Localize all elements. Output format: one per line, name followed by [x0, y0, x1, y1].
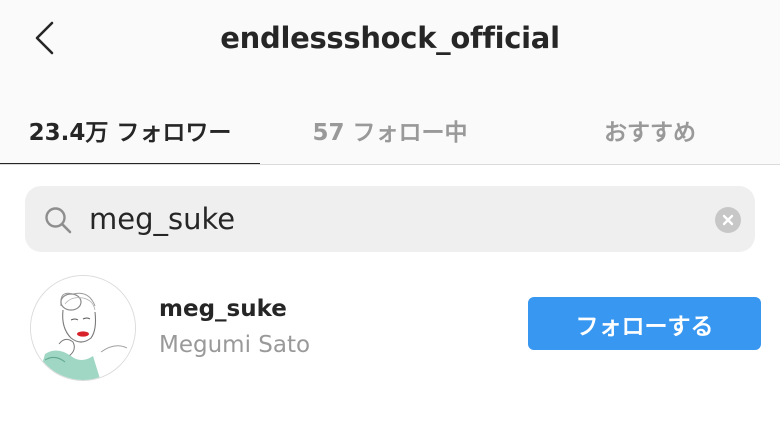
page-title: endlessshock_official	[220, 21, 560, 55]
search-input[interactable]	[89, 198, 689, 240]
clear-icon[interactable]	[715, 207, 741, 233]
search-icon	[45, 207, 72, 234]
avatar[interactable]	[30, 275, 136, 381]
result-full-name: Megumi Sato	[159, 332, 311, 358]
tabs-divider	[0, 164, 780, 165]
tab-followers[interactable]: 23.4万 フォロワー	[0, 96, 260, 165]
tab-bar: 23.4万 フォロワー 57 フォロー中 おすすめ	[0, 96, 780, 165]
x-icon	[722, 214, 734, 226]
search-bar[interactable]	[25, 186, 755, 252]
avatar-illustration	[31, 276, 135, 380]
tab-suggested[interactable]: おすすめ	[520, 96, 780, 164]
list-item[interactable]: meg_suke Megumi Sato フォローする	[0, 270, 780, 385]
top-bar: endlessshock_official 23.4万 フォロワー 57 フォロ…	[0, 0, 780, 165]
result-username[interactable]: meg_suke	[159, 296, 287, 322]
follow-button[interactable]: フォローする	[528, 297, 761, 350]
tab-following[interactable]: 57 フォロー中	[260, 96, 520, 164]
